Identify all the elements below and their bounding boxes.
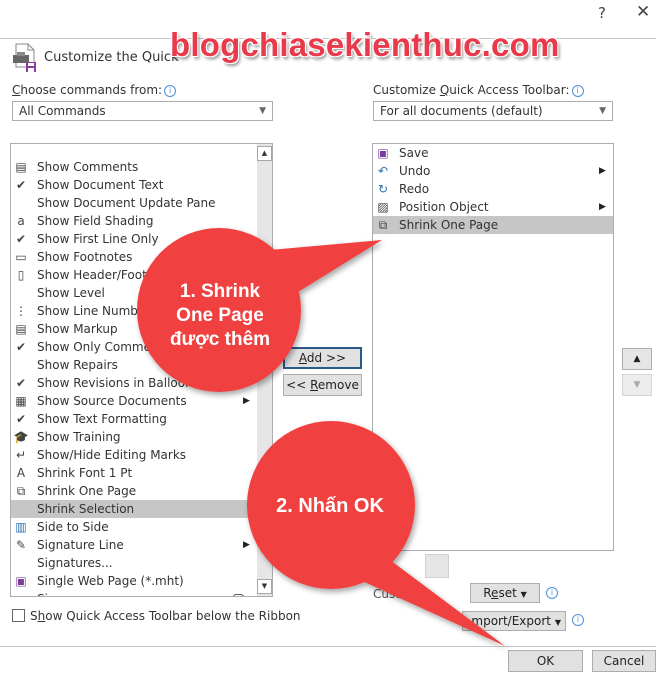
watermark: blogchiasekienthuc.com xyxy=(170,26,560,63)
callout-1-text: 1. Shrink One Page được thêm xyxy=(169,281,271,350)
annotation-overlay xyxy=(137,228,505,646)
callout-bubble-2 xyxy=(247,421,505,646)
callout-2-text: 2. Nhấn OK xyxy=(276,495,384,517)
